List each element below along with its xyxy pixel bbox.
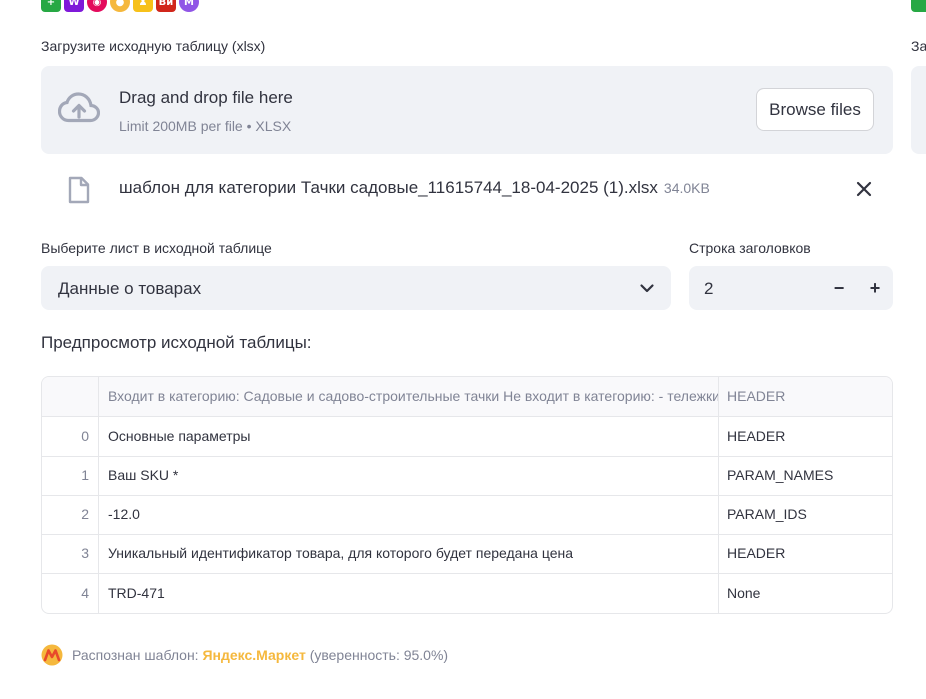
right-dropzone[interactable] — [911, 66, 926, 154]
table-cell[interactable]: Уникальный идентификатор товара, для кот… — [99, 534, 719, 573]
row-index: 4 — [42, 574, 99, 613]
cloud-upload-icon — [58, 92, 100, 123]
table-cell[interactable]: Основные параметры — [99, 417, 719, 456]
table-cell[interactable]: HEADER — [719, 534, 892, 573]
sber-megamarket-icon: ♟ — [133, 0, 153, 12]
increment-button[interactable]: + — [859, 272, 891, 304]
megamarket-icon: M — [179, 0, 199, 12]
file-icon — [68, 176, 90, 204]
table-row: 3 Уникальный идентификатор товара, для к… — [42, 534, 892, 574]
preview-title: Предпросмотр исходной таблицы: — [41, 333, 312, 352]
table-row: 2 -12.0 PARAM_IDS — [42, 495, 892, 535]
sheet-select[interactable]: Данные о товарах — [41, 266, 671, 310]
lamoda-icon: ◉ — [87, 0, 107, 12]
table-cell[interactable]: -12.0 — [99, 495, 719, 534]
right-upload-label: За — [911, 38, 926, 54]
table-cell[interactable]: TRD-471 — [99, 574, 719, 613]
wildberries-icon: W — [64, 0, 84, 12]
row-index: 0 — [42, 417, 99, 456]
header-index-cell — [42, 377, 99, 416]
table-cell[interactable]: None — [719, 574, 892, 613]
file-name: шаблон для категории Тачки садовые_11615… — [119, 178, 710, 198]
row-index: 2 — [42, 495, 99, 534]
table-row: 0 Основные параметры HEADER — [42, 417, 892, 457]
vi-icon: Ви — [156, 0, 176, 12]
column-header[interactable]: Входит в категорию: Садовые и садово-стр… — [99, 377, 719, 416]
row-index: 1 — [42, 456, 99, 495]
dropzone-title: Drag and drop file here — [119, 88, 293, 107]
close-icon[interactable] — [855, 180, 873, 198]
file-name-text: шаблон для категории Тачки садовые_11615… — [119, 178, 658, 197]
template-status: Распознан шаблон: Яндекс.Маркет (уверенн… — [41, 643, 448, 667]
browse-files-button[interactable]: Browse files — [756, 88, 874, 131]
status-template-name: Яндекс.Маркет — [202, 647, 306, 663]
row-index: 3 — [42, 534, 99, 573]
table-cell[interactable]: HEADER — [719, 417, 892, 456]
column-header[interactable]: HEADER — [719, 377, 892, 416]
preview-table[interactable]: Входит в категорию: Садовые и садово-стр… — [41, 376, 893, 614]
uploaded-file: шаблон для категории Тачки садовые_11615… — [41, 170, 893, 210]
table-cell[interactable]: PARAM_IDS — [719, 495, 892, 534]
sheet-select-label: Выберите лист в исходной таблице — [41, 240, 272, 256]
header-row-input[interactable]: 2 — [704, 279, 713, 299]
yandex-market-icon: ● — [110, 0, 130, 12]
table-cell[interactable]: PARAM_NAMES — [719, 456, 892, 495]
marketplace-icons: + W ◉ ● ♟ Ви M — [41, 0, 199, 12]
header-row-label: Строка заголовков — [689, 240, 811, 256]
table-header-row: Входит в категорию: Садовые и садово-стр… — [42, 377, 892, 417]
file-size: 34.0KB — [663, 180, 710, 196]
yandex-market-logo-icon — [41, 644, 63, 666]
status-confidence: (уверенность: 95.0%) — [309, 647, 449, 663]
status-prefix: Распознан шаблон: — [72, 647, 199, 663]
decrement-button[interactable]: − — [823, 272, 855, 304]
header-row-stepper: 2 − + — [689, 266, 893, 310]
sheet-select-value: Данные о товарах — [58, 279, 202, 298]
file-dropzone[interactable]: Drag and drop file here Limit 200MB per … — [41, 66, 893, 154]
upload-label: Загрузите исходную таблицу (xlsx) — [41, 38, 266, 54]
dropzone-limit: Limit 200MB per file • XLSX — [119, 118, 292, 134]
chevron-down-icon — [640, 284, 654, 293]
table-row: 1 Ваш SKU * PARAM_NAMES — [42, 456, 892, 496]
plus-market-icon-right — [911, 0, 926, 12]
table-cell[interactable]: Ваш SKU * — [99, 456, 719, 495]
table-row: 4 TRD-471 None — [42, 574, 892, 613]
plus-market-icon: + — [41, 0, 61, 12]
